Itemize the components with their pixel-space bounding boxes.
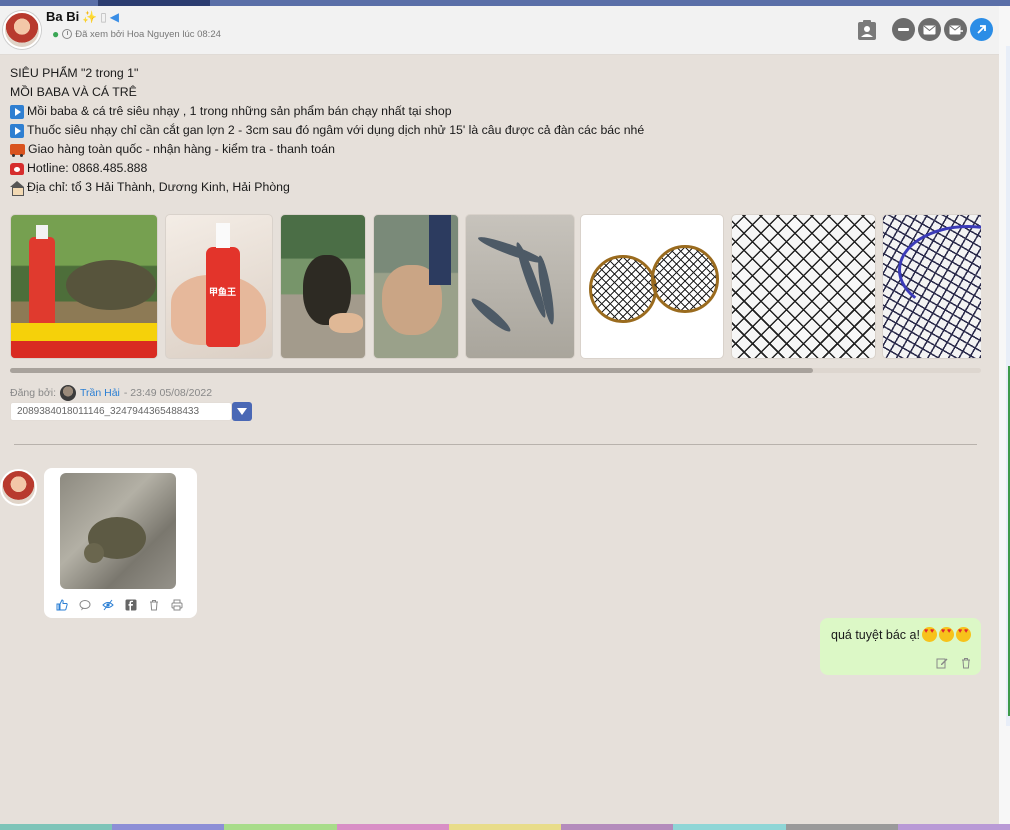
post-line: SIÊU PHẨM "2 trong 1" bbox=[10, 66, 139, 80]
right-scroll-strip[interactable] bbox=[999, 6, 1010, 824]
gallery-image-turtle-caught[interactable] bbox=[373, 214, 459, 359]
image-comment-bubble bbox=[44, 468, 197, 618]
person-icon: ● bbox=[52, 27, 60, 41]
gallery-image-bottle-in-hand[interactable]: 甲鱼王 bbox=[165, 214, 273, 359]
gallery-image-turtle-held[interactable] bbox=[280, 214, 366, 359]
house-icon bbox=[10, 181, 24, 196]
bottom-tab[interactable] bbox=[112, 824, 225, 830]
bottom-tab[interactable] bbox=[448, 824, 562, 830]
print-icon[interactable] bbox=[170, 598, 184, 612]
header-actions bbox=[857, 18, 993, 41]
post-id-field[interactable]: 2089384018011146_3247944365488433 bbox=[10, 402, 232, 421]
gallery-image-net-ring[interactable] bbox=[882, 214, 981, 359]
commenter-avatar[interactable] bbox=[0, 469, 37, 506]
bottom-tab[interactable] bbox=[561, 824, 674, 830]
telephone-icon bbox=[10, 162, 24, 175]
megaphone-icon[interactable]: ◀ bbox=[110, 10, 119, 24]
play-button-icon bbox=[10, 104, 24, 119]
bottom-tab[interactable] bbox=[785, 824, 898, 830]
hide-icon[interactable] bbox=[101, 598, 115, 612]
filter-icon bbox=[237, 408, 247, 415]
comment-text-row: quá tuyệt bác ạ! bbox=[831, 627, 971, 642]
bottom-tab[interactable] bbox=[673, 824, 786, 830]
user-name-row: Ba Bi ✨ ▯ ◀ bbox=[46, 9, 119, 24]
image-gallery: 甲鱼王 bbox=[10, 214, 981, 375]
contact-card-icon[interactable] bbox=[857, 19, 877, 41]
play-button-icon bbox=[10, 123, 24, 138]
gallery-image-fishing-net[interactable] bbox=[731, 214, 876, 359]
delete-icon[interactable] bbox=[147, 598, 161, 612]
chat-header: Ba Bi ✨ ▯ ◀ ● Đã xem bởi Hoa Nguyen lúc … bbox=[0, 6, 999, 55]
conversation-panel: Ba Bi ✨ ▯ ◀ ● Đã xem bởi Hoa Nguyen lúc … bbox=[0, 6, 999, 824]
gallery-image-catfish[interactable] bbox=[465, 214, 575, 359]
filter-button[interactable] bbox=[232, 402, 252, 421]
heart-eyes-emoji-icon bbox=[921, 627, 937, 642]
user-avatar[interactable] bbox=[3, 11, 41, 49]
edit-icon[interactable] bbox=[935, 656, 949, 670]
mail-icon[interactable] bbox=[918, 18, 941, 41]
bottom-tab[interactable] bbox=[0, 824, 113, 830]
leaf-icon: ✨ bbox=[82, 9, 98, 24]
user-name[interactable]: Ba Bi bbox=[46, 9, 79, 24]
comment-actions bbox=[55, 598, 184, 612]
author-avatar[interactable] bbox=[60, 385, 76, 401]
author-link[interactable]: Trần Hải bbox=[80, 387, 120, 399]
minus-circle-icon[interactable] bbox=[892, 18, 915, 41]
post-timestamp: - 23:49 05/08/2022 bbox=[123, 387, 213, 399]
bottle-label: 甲鱼王 bbox=[209, 287, 237, 297]
like-icon[interactable] bbox=[55, 598, 69, 612]
bottom-tab[interactable] bbox=[897, 824, 1010, 830]
seen-status: ● Đã xem bởi Hoa Nguyen lúc 08:24 bbox=[52, 27, 221, 41]
open-external-icon[interactable] bbox=[970, 18, 993, 41]
gallery-image-fish-traps[interactable] bbox=[580, 214, 724, 359]
send-mail-icon[interactable] bbox=[944, 18, 967, 41]
posted-by-label: Đăng bởi: bbox=[10, 387, 56, 399]
bottom-tab[interactable] bbox=[336, 824, 449, 830]
post-line: Hotline: 0868.485.888 bbox=[10, 159, 644, 178]
truck-icon bbox=[10, 144, 25, 157]
posted-by-row: Đăng bởi: Trần Hải - 23:49 05/08/2022 bbox=[10, 385, 212, 401]
post-content: SIÊU PHẨM "2 trong 1" MỒI BABA VÀ CÁ TRÊ… bbox=[10, 64, 644, 197]
post-line: Thuốc siêu nhạy chỉ cần cắt gan lợn 2 - … bbox=[10, 121, 644, 140]
clock-icon bbox=[62, 29, 73, 39]
comment-text: quá tuyệt bác ạ! bbox=[831, 627, 920, 642]
bottom-tab-strip bbox=[0, 824, 1010, 830]
post-line: Giao hàng toàn quốc - nhận hàng - kiểm t… bbox=[10, 140, 644, 159]
seen-text: Đã xem bởi Hoa Nguyen lúc 08:24 bbox=[75, 28, 221, 40]
gallery-scrollbar-thumb[interactable] bbox=[10, 368, 813, 373]
heart-eyes-emoji-icon bbox=[938, 627, 954, 642]
cake-icon: ▯ bbox=[100, 9, 107, 24]
text-comment-bubble: quá tuyệt bác ạ! bbox=[820, 618, 981, 675]
post-line: Địa chỉ: tổ 3 Hải Thành, Dương Kinh, Hải… bbox=[10, 178, 644, 197]
post-line: MỒI BABA VÀ CÁ TRÊ bbox=[10, 85, 137, 99]
facebook-icon[interactable] bbox=[124, 598, 138, 612]
delete-icon[interactable] bbox=[959, 656, 973, 670]
comment-actions bbox=[935, 656, 973, 670]
comment-photo-turtle[interactable] bbox=[60, 473, 176, 589]
section-divider bbox=[14, 444, 977, 445]
heart-eyes-emoji-icon bbox=[955, 627, 971, 642]
reply-comment-icon[interactable] bbox=[78, 598, 92, 612]
bottom-tab[interactable] bbox=[224, 824, 337, 830]
post-line: Mồi baba & cá trê siêu nhạy , 1 trong nh… bbox=[10, 102, 644, 121]
gallery-image-bait-bottle-turtle[interactable] bbox=[10, 214, 158, 359]
